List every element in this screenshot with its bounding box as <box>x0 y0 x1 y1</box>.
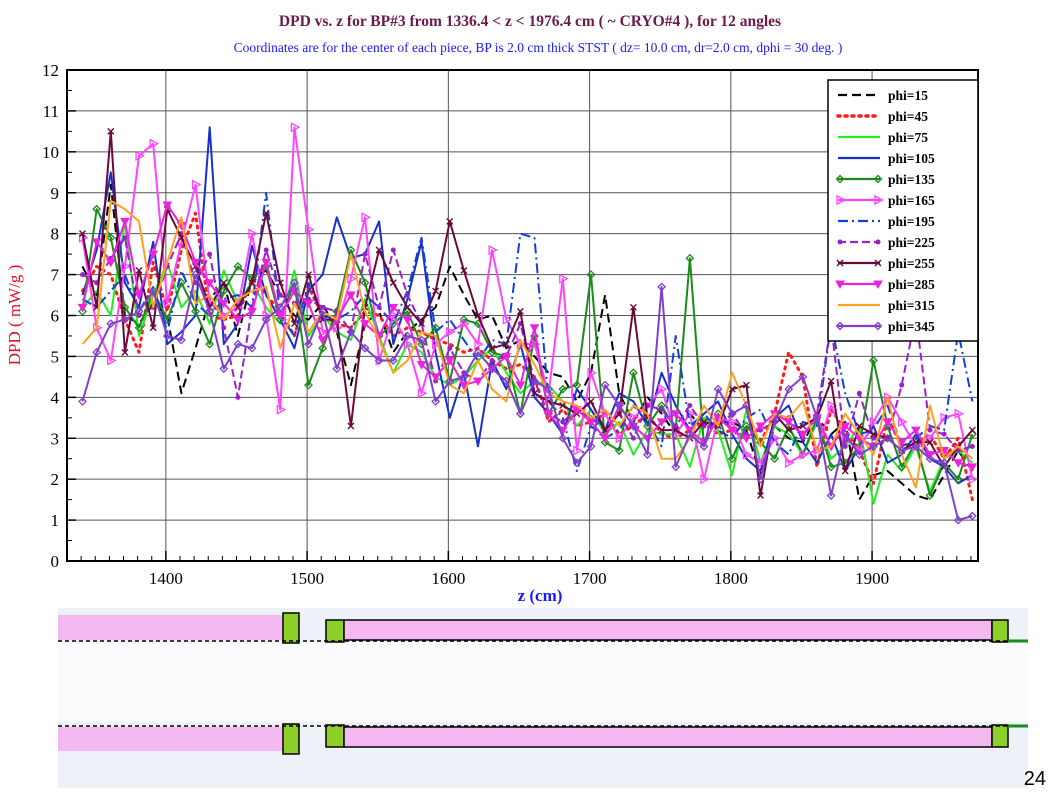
y-tick-label: 12 <box>42 61 59 80</box>
data-point-x <box>968 426 976 434</box>
data-point-dot <box>390 247 396 253</box>
data-point-dot <box>941 431 947 437</box>
x-tick-label: 1700 <box>573 569 607 588</box>
data-point-dot <box>362 251 368 257</box>
geometry-schematic <box>58 608 1028 788</box>
data-point-dot <box>207 251 213 257</box>
data-point-dot <box>404 292 410 298</box>
chart-subtitle: Coordinates are for the center of each p… <box>234 40 843 55</box>
legend-label: phi=255 <box>888 256 935 271</box>
slide-number: 24 <box>1023 768 1046 790</box>
schematic-green-block-bottom-1 <box>282 723 300 755</box>
data-point-dot <box>969 443 975 449</box>
y-tick-label: 3 <box>51 429 60 448</box>
schematic-pink-main-bottom <box>343 726 993 748</box>
legend-label: phi=345 <box>888 319 935 334</box>
data-point-triangle-down <box>120 217 130 227</box>
chart-legend: phi=15 phi=45 phi=75 phi=105 phi=135 phi=165 p… <box>827 79 979 342</box>
x-tick-label: 1800 <box>714 569 748 588</box>
data-point-dot <box>630 435 636 441</box>
data-point-dot <box>277 292 283 298</box>
data-point-dot <box>560 419 566 425</box>
x-tick-label: 1600 <box>431 569 465 588</box>
schematic-green-block-top-2 <box>325 619 345 643</box>
schematic-green-block-top-3 <box>991 619 1009 643</box>
data-point-dot <box>376 304 382 310</box>
chart-figure: DPD vs. z for BP#3 from 1336.4 < z < 197… <box>5 13 1028 788</box>
data-point-dot <box>235 394 241 400</box>
data-point-dot <box>122 235 128 241</box>
y-tick-label: 4 <box>51 388 60 407</box>
data-point-triangle-down <box>529 324 540 333</box>
x-tick-label: 1400 <box>149 569 183 588</box>
data-point-dot <box>80 272 86 278</box>
data-point-dot <box>856 390 862 396</box>
y-tick-label: 6 <box>51 307 60 326</box>
legend-label: phi=135 <box>888 172 935 187</box>
data-point-dot <box>447 345 453 351</box>
data-point-triangle-down <box>430 373 441 382</box>
schematic-pink-left-top <box>58 615 283 640</box>
y-axis-label: DPD ( mW/g ) <box>5 265 24 366</box>
legend-label: phi=45 <box>888 109 928 124</box>
data-point-dot <box>837 239 843 245</box>
data-point-dot <box>899 382 905 388</box>
y-tick-label: 0 <box>51 552 60 571</box>
legend-label: phi=105 <box>888 151 935 166</box>
schematic-green-block-bottom-3 <box>991 724 1009 748</box>
legend-label: phi=285 <box>888 277 935 292</box>
data-point-dot <box>687 403 693 409</box>
schematic-pink-left-bottom <box>58 727 283 751</box>
legend-label: phi=195 <box>888 214 935 229</box>
x-tick-label: 1900 <box>855 569 889 588</box>
data-point-dot <box>927 427 933 433</box>
y-tick-label: 7 <box>51 266 60 285</box>
legend-label: phi=15 <box>888 88 928 103</box>
data-point-dot <box>489 358 495 364</box>
schematic-green-block-top-1 <box>282 612 300 644</box>
x-tick-label: 1500 <box>290 569 324 588</box>
data-point-dot <box>659 407 665 413</box>
data-point-dot <box>221 325 227 331</box>
chart-title: DPD vs. z for BP#3 from 1336.4 < z < 197… <box>279 13 781 30</box>
y-tick-label: 5 <box>51 347 60 366</box>
y-tick-label: 11 <box>43 102 59 121</box>
y-tick-label: 10 <box>42 143 59 162</box>
legend-label: phi=75 <box>888 130 928 145</box>
x-axis-label: z (cm) <box>518 586 563 605</box>
y-tick-label: 8 <box>51 225 60 244</box>
y-tick-label: 1 <box>51 511 60 530</box>
schematic-green-block-bottom-2 <box>325 724 345 748</box>
data-point-dot <box>875 239 881 245</box>
schematic-white-band <box>58 642 1028 722</box>
data-point-dot <box>263 247 269 253</box>
schematic-pink-main-top <box>343 619 993 641</box>
legend-label: phi=165 <box>888 193 935 208</box>
y-tick-label: 9 <box>51 184 60 203</box>
legend-label: phi=315 <box>888 298 935 313</box>
legend-label: phi=225 <box>888 235 935 250</box>
y-tick-label: 2 <box>51 470 60 489</box>
